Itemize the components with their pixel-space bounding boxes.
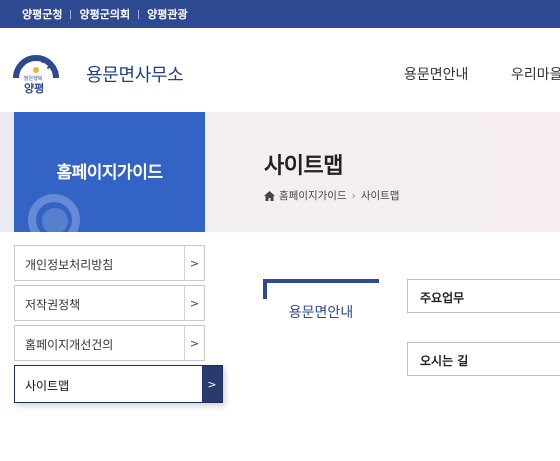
sidebar-title-panel: 홈페이지가이드 [14,112,205,232]
home-icon[interactable] [264,190,275,201]
breadcrumb-current: 사이트맵 [360,190,400,202]
site-logo[interactable]: 맑은행복 양평 [12,52,60,96]
sitemap-link-label: 주요업무 [420,291,465,305]
chevron-right-icon: > [202,366,222,402]
divider [138,9,140,19]
chevron-right-icon: > [184,326,204,360]
side-menu-item-privacy-policy[interactable]: 개인정보처리방침 > [14,245,205,281]
sidebar-title: 홈페이지가이드 [56,163,163,183]
sitemap-link-directions[interactable]: 오시는 길 [407,342,560,376]
page-title: 사이트맵 [264,154,343,179]
sitemap-link-label: 오시는 길 [420,354,469,368]
gnb-item-our-village[interactable]: 우리마을 [511,64,560,84]
side-menu-label: 사이트맵 [25,379,70,393]
side-menu-label: 홈페이지개선건의 [25,338,114,352]
side-menu-item-copyright-policy[interactable]: 저작권정책 > [14,285,205,321]
side-menu-item-sitemap[interactable]: 사이트맵 > [14,365,223,403]
site-header: 맑은행복 양평 용문면사무소 용문면안내 우리마을 [0,28,560,112]
side-menu-label: 저작권정책 [25,298,81,312]
divider [70,9,72,19]
gnb-item-yongmun-info[interactable]: 용문면안내 [404,64,468,84]
chevron-right-icon: › [351,189,356,202]
decorative-circle [42,208,68,232]
chevron-right-icon: > [184,246,204,280]
sub-visual-band: 홈페이지가이드 사이트맵 홈페이지가이드 › 사이트맵 [0,112,560,232]
section-bracket-decoration [263,279,379,299]
top-utility-bar: 양평군청 양평군의회 양평관광 [0,0,560,28]
link-yangpyeong-county[interactable]: 양평군청 [22,6,62,22]
breadcrumb: 홈페이지가이드 › 사이트맵 [264,188,399,203]
logo-text: 양평 [24,82,45,95]
sitemap-link-main-duties[interactable]: 주요업무 [407,279,560,313]
link-county-council[interactable]: 양평군의회 [79,6,130,22]
breadcrumb-item[interactable]: 홈페이지가이드 [279,188,347,203]
link-tourism[interactable]: 양평관광 [147,6,187,22]
site-title[interactable]: 용문면사무소 [86,61,184,87]
side-menu-item-improvement-suggestion[interactable]: 홈페이지개선건의 > [14,325,205,361]
chevron-right-icon: > [184,286,204,320]
section-title[interactable]: 용문면안내 [263,302,379,322]
side-menu-label: 개인정보처리방침 [25,258,114,272]
band-edge [0,112,14,232]
